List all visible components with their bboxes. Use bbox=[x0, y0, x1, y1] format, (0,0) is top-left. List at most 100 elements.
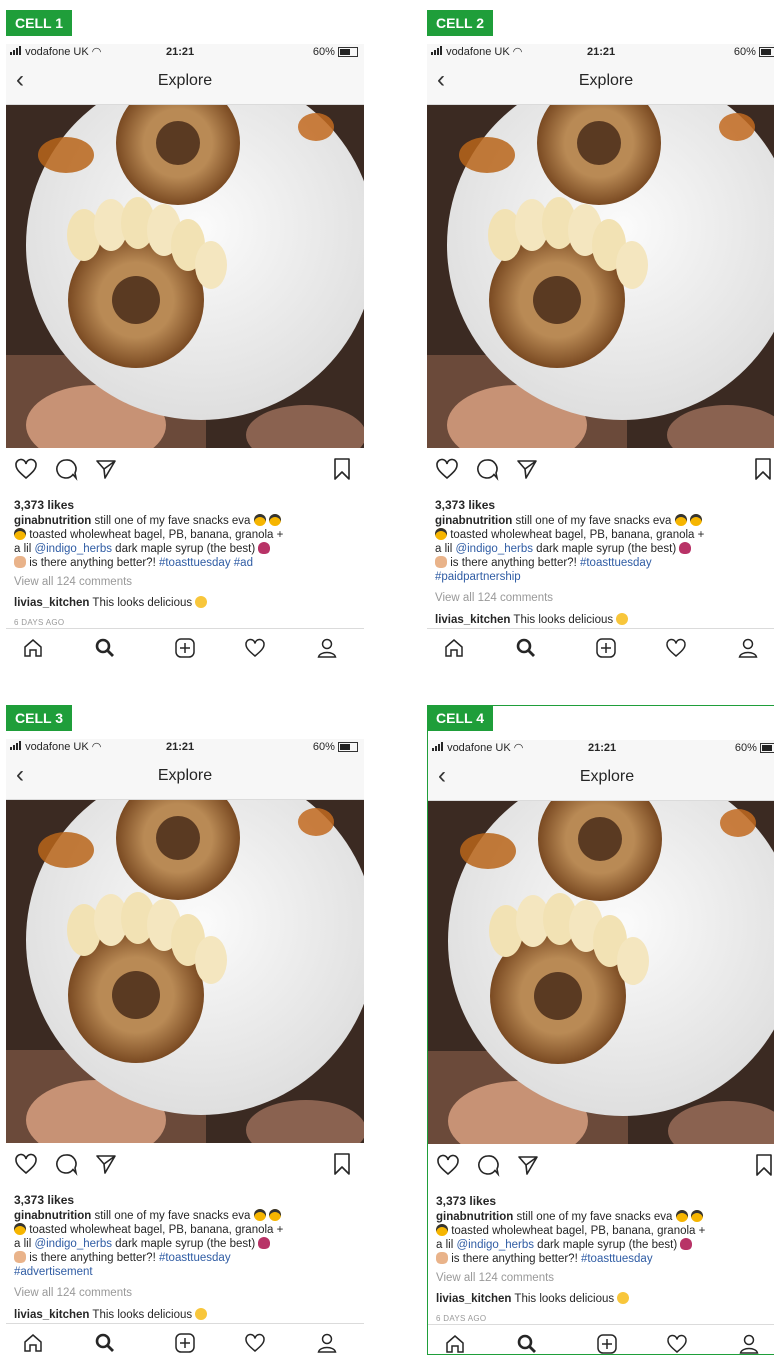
share-icon[interactable] bbox=[516, 1153, 540, 1177]
like-heart-icon[interactable] bbox=[435, 457, 459, 481]
sunglasses-emoji-icon bbox=[690, 1210, 703, 1222]
like-count[interactable]: 3,373 likes bbox=[14, 1193, 74, 1207]
comment-text: This looks delicious bbox=[510, 614, 617, 626]
mention-link[interactable]: @indigo_herbs bbox=[456, 1239, 534, 1251]
caption-text: still one of my fave snacks eva bbox=[91, 515, 254, 527]
hashtag-link[interactable]: #toasttuesday bbox=[159, 557, 231, 569]
share-icon[interactable] bbox=[94, 457, 118, 481]
caption-text: still one of my fave snacks eva bbox=[91, 1210, 254, 1222]
caption-text: toasted wholewheat bagel, PB, banana, gr… bbox=[26, 529, 284, 541]
share-icon[interactable] bbox=[515, 457, 539, 481]
activity-heart-icon[interactable] bbox=[244, 637, 266, 659]
profile-icon[interactable] bbox=[737, 637, 759, 659]
page-title: Explore bbox=[578, 72, 634, 89]
caption-text: is there anything better?! bbox=[26, 1252, 159, 1264]
caption-username[interactable]: ginabnutrition bbox=[436, 1211, 513, 1223]
mention-link[interactable]: @indigo_herbs bbox=[455, 543, 533, 555]
comment-username[interactable]: livias_kitchen bbox=[14, 1309, 89, 1321]
comment-icon[interactable] bbox=[54, 1152, 78, 1176]
bookmark-icon[interactable] bbox=[332, 1152, 352, 1176]
page-title: Explore bbox=[579, 768, 635, 785]
add-post-icon[interactable] bbox=[596, 1333, 618, 1355]
post-photo[interactable] bbox=[427, 105, 774, 448]
home-icon[interactable] bbox=[22, 1332, 44, 1354]
battery-percent: 60% bbox=[312, 46, 335, 58]
hashtag-link[interactable]: #toasttuesday bbox=[581, 1253, 653, 1265]
like-heart-icon[interactable] bbox=[436, 1153, 460, 1177]
caption-username[interactable]: ginabnutrition bbox=[435, 515, 512, 527]
share-icon[interactable] bbox=[94, 1152, 118, 1176]
bookmark-icon[interactable] bbox=[754, 1153, 774, 1177]
nav-bar: ‹ Explore bbox=[427, 60, 774, 105]
view-comments-link[interactable]: View all 124 comments bbox=[14, 576, 132, 588]
battery-icon bbox=[759, 47, 774, 58]
home-icon[interactable] bbox=[444, 1333, 466, 1355]
sunglasses-emoji-icon bbox=[436, 1224, 448, 1236]
post-photo[interactable] bbox=[428, 801, 774, 1144]
caption-text: still one of my fave snacks eva bbox=[512, 515, 675, 527]
page-title: Explore bbox=[157, 767, 213, 784]
hashtag-link[interactable]: #toasttuesday bbox=[580, 557, 652, 569]
caption-text: dark maple syrup (the best) bbox=[532, 543, 680, 555]
view-comments-link[interactable]: View all 124 comments bbox=[436, 1272, 554, 1284]
profile-icon[interactable] bbox=[316, 637, 338, 659]
blush-emoji-icon bbox=[617, 1292, 630, 1304]
comment-icon[interactable] bbox=[476, 1153, 500, 1177]
battery-icon bbox=[338, 47, 358, 58]
comment-username[interactable]: livias_kitchen bbox=[435, 614, 510, 626]
add-post-icon[interactable] bbox=[595, 637, 617, 659]
comment-icon[interactable] bbox=[54, 457, 78, 481]
search-icon[interactable] bbox=[94, 637, 116, 659]
view-comments-link[interactable]: View all 124 comments bbox=[14, 1287, 132, 1299]
like-count[interactable]: 3,373 likes bbox=[435, 498, 495, 512]
like-count[interactable]: 3,373 likes bbox=[436, 1194, 496, 1208]
disclosure-hashtag[interactable]: #advertisement bbox=[14, 1266, 93, 1278]
mention-link[interactable]: @indigo_herbs bbox=[34, 543, 112, 555]
tab-bar bbox=[6, 628, 364, 660]
disclosure-hashtag[interactable]: #ad bbox=[231, 557, 253, 569]
caption-username[interactable]: ginabnutrition bbox=[14, 1210, 91, 1222]
comment: livias_kitchen This looks delicious bbox=[435, 613, 629, 626]
comment-username[interactable]: livias_kitchen bbox=[436, 1293, 511, 1305]
comment: livias_kitchen This looks delicious bbox=[14, 596, 208, 609]
cell-label: CELL 2 bbox=[427, 10, 493, 36]
battery-percent: 60% bbox=[312, 741, 335, 753]
caption-username[interactable]: ginabnutrition bbox=[14, 515, 91, 527]
caption-text: toasted wholewheat bagel, PB, banana, gr… bbox=[448, 1225, 706, 1237]
ok-hand-emoji-icon bbox=[14, 1251, 26, 1263]
status-bar: vodafone UK ◠ 21:21 60% bbox=[427, 44, 774, 60]
comment-username[interactable]: livias_kitchen bbox=[14, 597, 89, 609]
post-photo[interactable] bbox=[6, 800, 364, 1143]
caption-text: toasted wholewheat bagel, PB, banana, gr… bbox=[26, 1224, 284, 1236]
home-icon[interactable] bbox=[443, 637, 465, 659]
activity-heart-icon[interactable] bbox=[666, 1333, 688, 1355]
wifi-icon: ◠ bbox=[91, 46, 102, 58]
post-photo[interactable] bbox=[6, 105, 364, 448]
profile-icon[interactable] bbox=[738, 1333, 760, 1355]
comment-icon[interactable] bbox=[475, 457, 499, 481]
caption-text: a lil bbox=[435, 543, 456, 555]
battery-percent: 60% bbox=[734, 742, 757, 754]
activity-heart-icon[interactable] bbox=[244, 1332, 266, 1354]
profile-icon[interactable] bbox=[316, 1332, 338, 1354]
disclosure-hashtag[interactable]: #paidpartnership bbox=[435, 571, 521, 583]
search-icon[interactable] bbox=[94, 1332, 116, 1354]
like-heart-icon[interactable] bbox=[14, 1152, 38, 1176]
post-caption: ginabnutrition still one of my fave snac… bbox=[435, 514, 774, 584]
add-post-icon[interactable] bbox=[174, 637, 196, 659]
hashtag-link[interactable]: #toasttuesday bbox=[159, 1252, 231, 1264]
home-icon[interactable] bbox=[22, 637, 44, 659]
post-actions bbox=[6, 1152, 364, 1180]
bookmark-icon[interactable] bbox=[753, 457, 773, 481]
like-count[interactable]: 3,373 likes bbox=[14, 498, 74, 512]
mention-link[interactable]: @indigo_herbs bbox=[34, 1238, 112, 1250]
search-icon[interactable] bbox=[515, 637, 537, 659]
wifi-icon: ◠ bbox=[512, 46, 523, 58]
add-post-icon[interactable] bbox=[174, 1332, 196, 1354]
like-heart-icon[interactable] bbox=[14, 457, 38, 481]
search-icon[interactable] bbox=[516, 1333, 538, 1355]
signal-icon bbox=[432, 740, 444, 756]
activity-heart-icon[interactable] bbox=[665, 637, 687, 659]
view-comments-link[interactable]: View all 124 comments bbox=[435, 592, 553, 604]
bookmark-icon[interactable] bbox=[332, 457, 352, 481]
